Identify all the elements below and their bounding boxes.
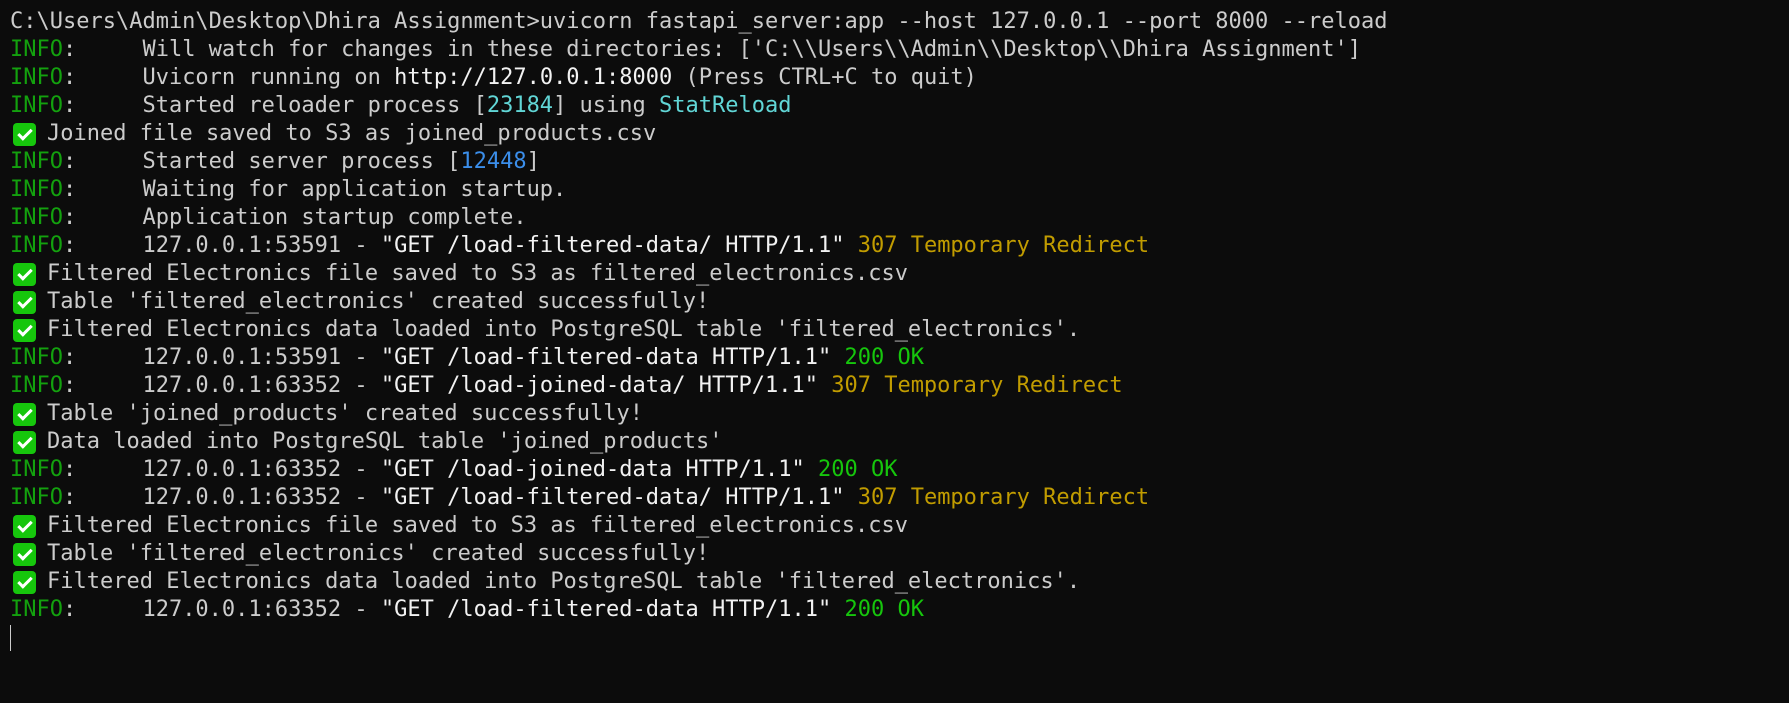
log-text: Filtered Electronics file saved to S3 as… [47, 513, 908, 538]
log-level: INFO [10, 597, 63, 622]
log-text: "GET /load-joined-data/ HTTP/1.1" [380, 373, 818, 398]
log-line: C:\Users\Admin\Desktop\Dhira Assignment>… [10, 8, 1789, 36]
check-mark-icon [13, 402, 36, 426]
log-line: INFO: Started server process [12448] [10, 148, 1789, 176]
log-text: : Started server process [ [62, 149, 461, 174]
success-log-line: Filtered Electronics file saved to S3 as… [10, 512, 1789, 540]
log-level: INFO [10, 205, 63, 230]
log-text: 200 OK [844, 597, 924, 622]
check-mark-icon [13, 290, 36, 314]
log-line: INFO: Started reloader process [23184] u… [10, 92, 1789, 120]
log-level: INFO [10, 37, 63, 62]
log-text: "GET /load-filtered-data/ HTTP/1.1" [380, 233, 845, 258]
success-log-line: Filtered Electronics file saved to S3 as… [10, 260, 1789, 288]
log-text: 200 OK [817, 457, 898, 482]
log-text: 307 Temporary Redirect [857, 233, 1150, 258]
log-text: 23184 [486, 93, 554, 118]
log-level: INFO [10, 373, 63, 398]
log-line: INFO: 127.0.0.1:53591 - "GET /load-filte… [10, 232, 1789, 260]
log-level: INFO [10, 149, 63, 174]
log-text: http://127.0.0.1:8000 [394, 65, 673, 90]
log-level: INFO [10, 345, 63, 370]
log-line: INFO: 127.0.0.1:63352 - "GET /load-joine… [10, 456, 1789, 484]
check-mark-icon [13, 430, 36, 454]
check-mark-icon [13, 318, 36, 342]
log-text: Joined file saved to S3 as joined_produc… [47, 121, 657, 146]
log-level: INFO [10, 485, 63, 510]
log-level: INFO [10, 65, 63, 90]
log-text: "GET /load-filtered-data HTTP/1.1" [380, 597, 832, 622]
log-text: 12448 [460, 149, 527, 174]
log-text: 307 Temporary Redirect [857, 485, 1150, 510]
log-text: : 127.0.0.1:53591 - [62, 345, 381, 370]
log-line: INFO: Waiting for application startup. [10, 176, 1789, 204]
log-line: INFO: 127.0.0.1:63352 - "GET /load-joine… [10, 372, 1789, 400]
success-log-line: Table 'filtered_electronics' created suc… [10, 540, 1789, 568]
log-level: INFO [10, 177, 63, 202]
log-text: Filtered Electronics data loaded into Po… [47, 569, 1081, 594]
success-log-line: Table 'filtered_electronics' created suc… [10, 288, 1789, 316]
log-level: INFO [10, 233, 63, 258]
text-cursor [10, 625, 11, 651]
log-text: : 127.0.0.1:53591 - [62, 233, 381, 258]
terminal-output[interactable]: C:\Users\Admin\Desktop\Dhira Assignment>… [10, 8, 1789, 624]
log-text: 307 Temporary Redirect [831, 373, 1123, 398]
log-text: Table 'joined_products' created successf… [47, 401, 644, 426]
log-text: Filtered Electronics data loaded into Po… [47, 317, 1081, 342]
log-text: : Application startup complete. [62, 205, 527, 230]
check-mark-icon [13, 542, 36, 566]
log-text: Table 'filtered_electronics' created suc… [47, 541, 710, 566]
log-text: : Started reloader process [ [62, 93, 487, 118]
success-log-line: Joined file saved to S3 as joined_produc… [10, 120, 1789, 148]
log-text: StatReload [659, 93, 792, 118]
log-text: : Will watch for changes in these direct… [62, 37, 1362, 62]
log-text: "GET /load-joined-data HTTP/1.1" [380, 457, 805, 482]
log-text: "GET /load-filtered-data HTTP/1.1" [380, 345, 832, 370]
check-mark-icon [13, 570, 36, 594]
log-text: Data loaded into PostgreSQL table 'joine… [47, 429, 723, 454]
log-line: INFO: Will watch for changes in these di… [10, 36, 1789, 64]
success-log-line: Table 'joined_products' created successf… [10, 400, 1789, 428]
log-line: INFO: Application startup complete. [10, 204, 1789, 232]
log-text: ] using [553, 93, 660, 118]
log-line: INFO: 127.0.0.1:53591 - "GET /load-filte… [10, 344, 1789, 372]
log-text: ] [526, 149, 540, 174]
log-text: : 127.0.0.1:63352 - [62, 485, 381, 510]
log-text: (Press CTRL+C to quit) [672, 65, 977, 90]
log-text: "GET /load-filtered-data/ HTTP/1.1" [380, 485, 845, 510]
log-text: Filtered Electronics file saved to S3 as… [47, 261, 908, 286]
log-level: INFO [10, 93, 63, 118]
log-text: C:\Users\Admin\Desktop\Dhira Assignment>… [10, 9, 1388, 34]
check-mark-icon [13, 122, 36, 146]
log-text: : Uvicorn running on [62, 65, 395, 90]
log-text: : Waiting for application startup. [62, 177, 567, 202]
check-mark-icon [13, 262, 36, 286]
log-text: Table 'filtered_electronics' created suc… [47, 289, 710, 314]
log-text: : 127.0.0.1:63352 - [62, 457, 381, 482]
success-log-line: Data loaded into PostgreSQL table 'joine… [10, 428, 1789, 456]
log-text: : 127.0.0.1:63352 - [62, 597, 381, 622]
log-text: 200 OK [844, 345, 924, 370]
log-text: : 127.0.0.1:63352 - [62, 373, 381, 398]
log-level: INFO [10, 457, 63, 482]
success-log-line: Filtered Electronics data loaded into Po… [10, 568, 1789, 596]
success-log-line: Filtered Electronics data loaded into Po… [10, 316, 1789, 344]
log-line: INFO: 127.0.0.1:63352 - "GET /load-filte… [10, 484, 1789, 512]
log-line: INFO: Uvicorn running on http://127.0.0.… [10, 64, 1789, 92]
log-line: INFO: 127.0.0.1:63352 - "GET /load-filte… [10, 596, 1789, 624]
check-mark-icon [13, 514, 36, 538]
